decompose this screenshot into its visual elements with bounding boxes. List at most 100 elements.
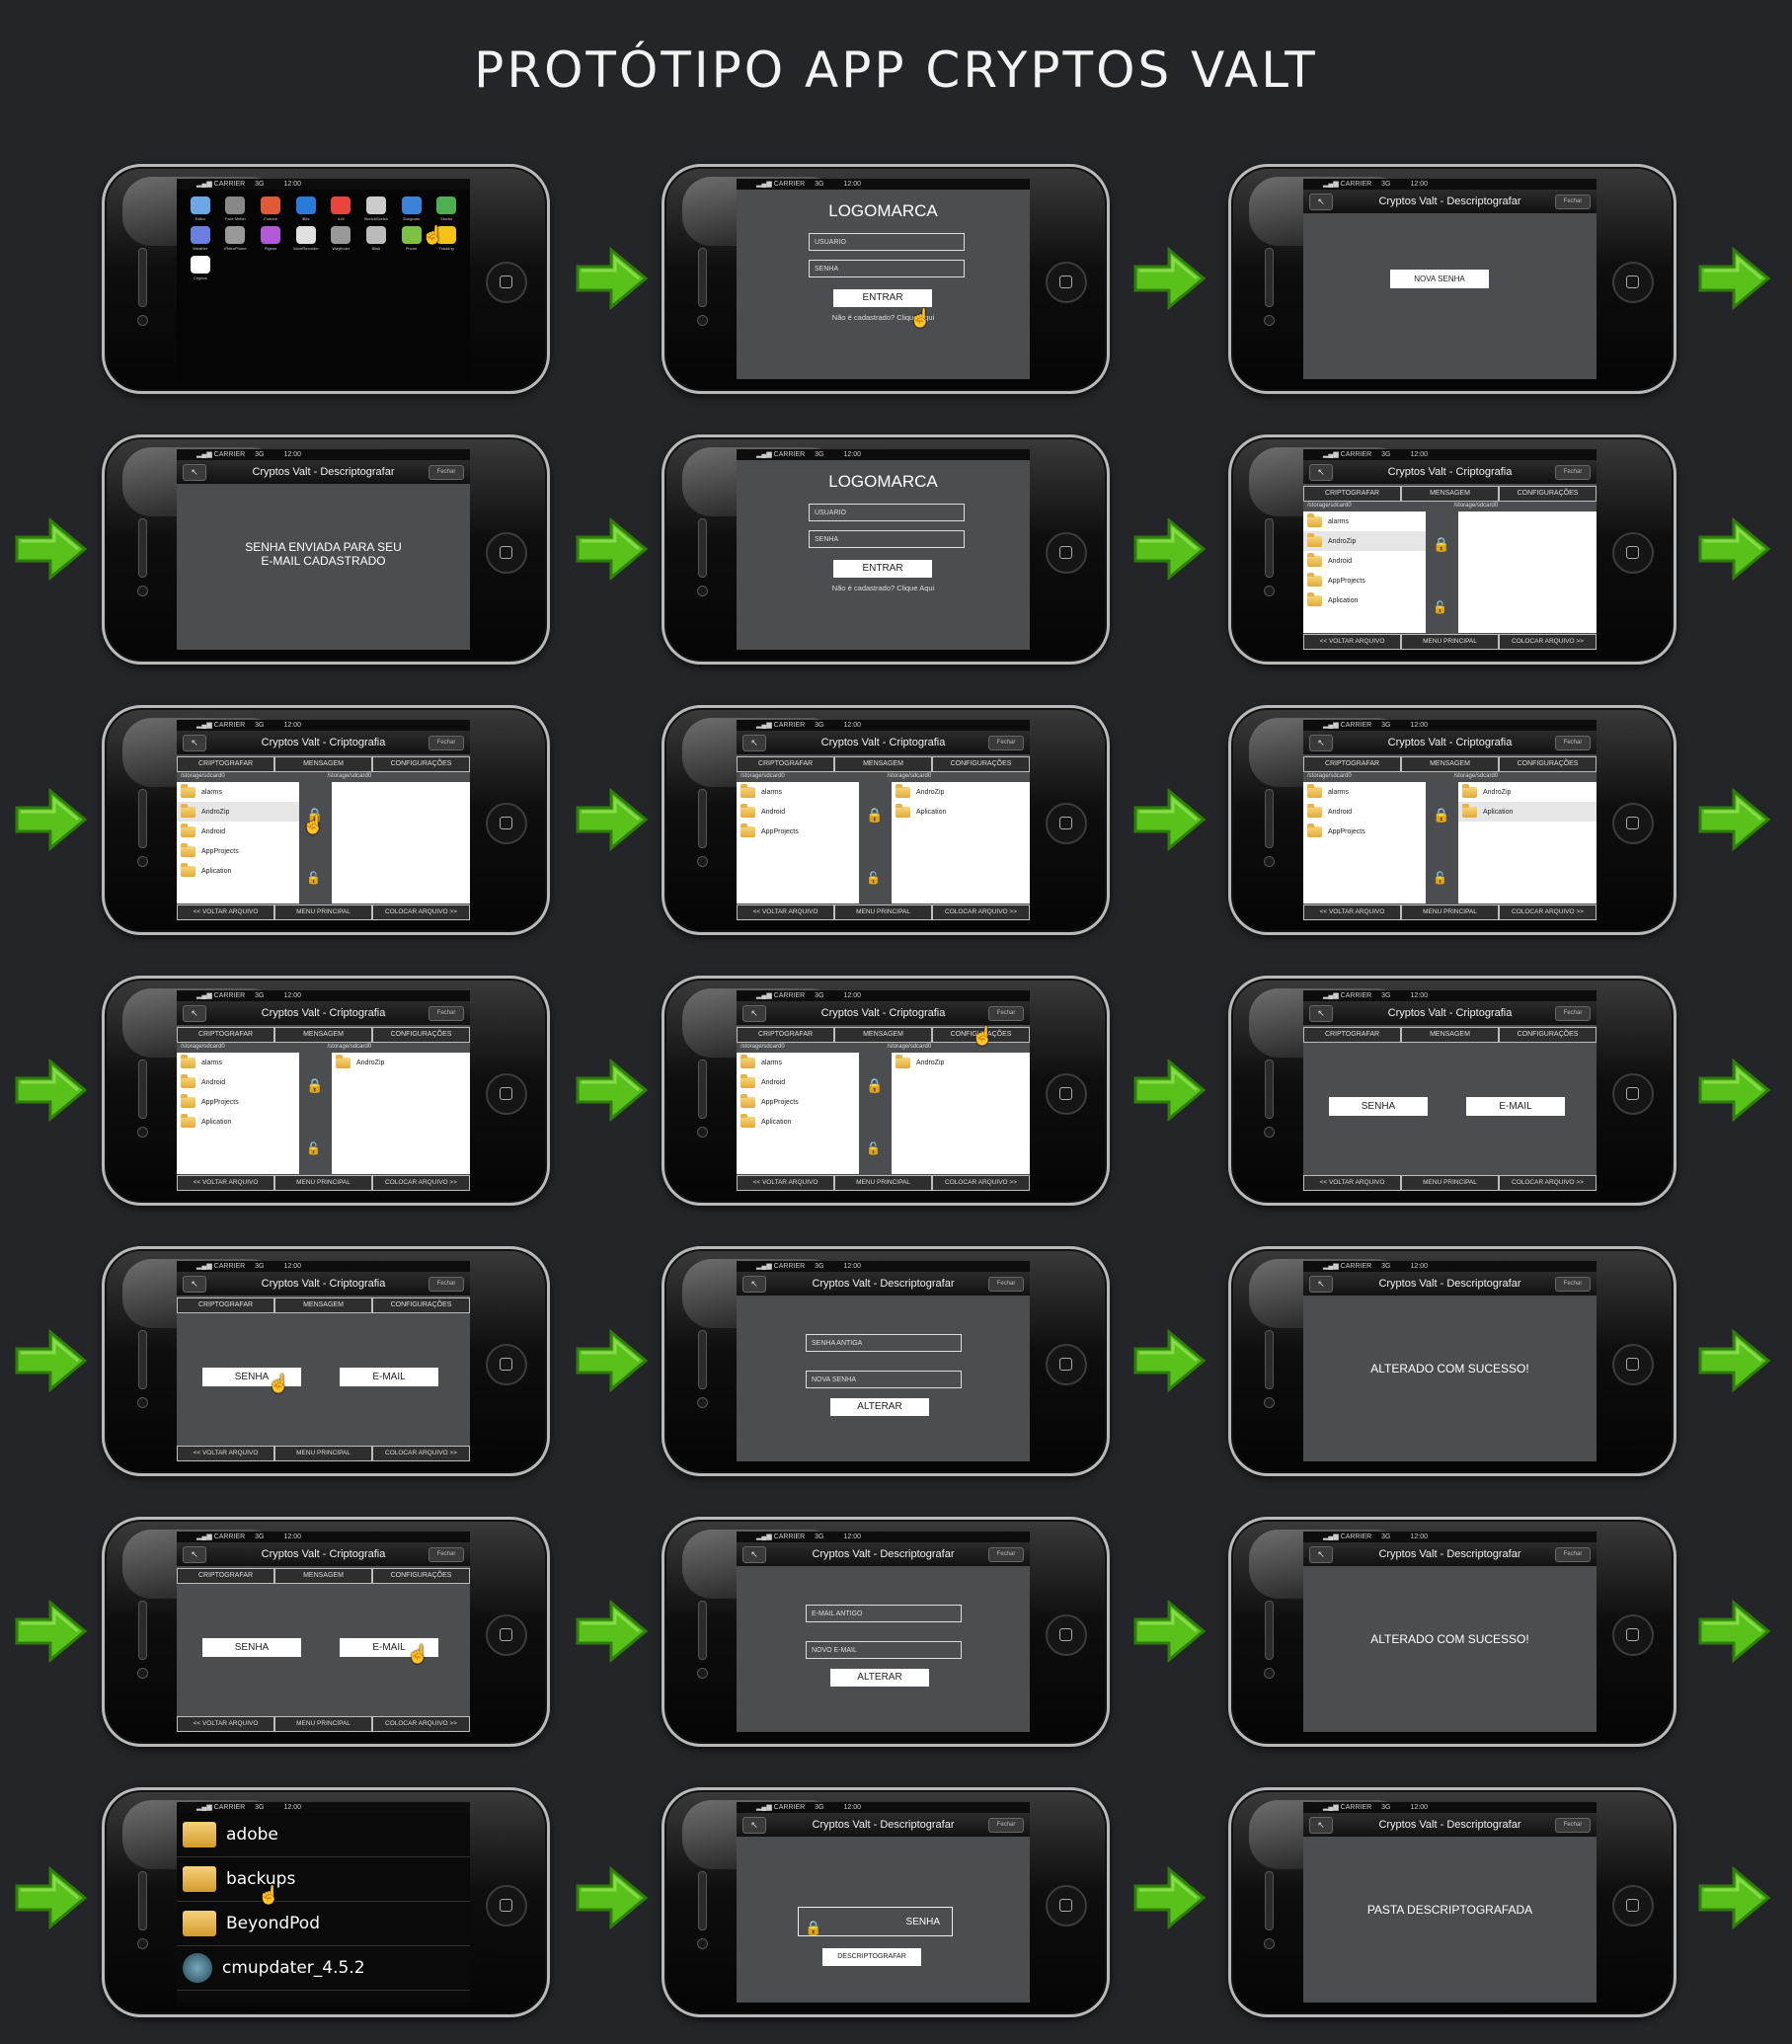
tab-encrypt[interactable]: CRIPTOGRAFAR [737, 756, 834, 772]
home-button[interactable] [1046, 1073, 1087, 1115]
password-field[interactable]: 🔒 SENHA [798, 1907, 953, 1936]
back-file-button[interactable]: << VOLTAR ARQUIVO [1303, 1175, 1401, 1191]
tab-encrypt[interactable]: CRIPTOGRAFAR [177, 1027, 274, 1043]
app-icon[interactable]: Songman [396, 196, 428, 221]
close-button[interactable]: Fechar [429, 1006, 464, 1021]
close-button[interactable]: Fechar [988, 1006, 1024, 1021]
password-field[interactable]: SENHA [809, 530, 965, 548]
back-button[interactable]: ↖ [183, 735, 206, 751]
new-value-field[interactable]: NOVO E-MAIL [806, 1641, 962, 1659]
close-button[interactable]: Fechar [988, 1277, 1024, 1292]
file-item[interactable]: alarms [1303, 782, 1426, 802]
close-button[interactable]: Fechar [1555, 1277, 1591, 1292]
back-button[interactable]: ↖ [1309, 194, 1333, 210]
register-link[interactable]: Não é cadastrado? Clique Aqui [737, 584, 1030, 592]
close-button[interactable]: Fechar [1555, 1006, 1591, 1021]
home-button[interactable] [486, 1344, 527, 1385]
file-item[interactable]: AppProjects [1303, 571, 1426, 590]
username-field[interactable]: USUARIO [809, 504, 965, 521]
new-value-field[interactable]: NOVA SENHA [806, 1371, 962, 1388]
lock-open-icon[interactable]: 🔓 [1433, 871, 1447, 885]
file-item[interactable]: Android [737, 1072, 859, 1092]
home-button[interactable] [486, 1073, 527, 1115]
home-button[interactable] [1612, 1614, 1654, 1656]
back-button[interactable]: ↖ [742, 1005, 766, 1022]
file-item[interactable]: AppProjects [177, 1092, 299, 1112]
tab-message[interactable]: MENSAGEM [834, 756, 932, 772]
file-item[interactable]: Android [1303, 802, 1426, 822]
home-button[interactable] [1612, 1073, 1654, 1115]
home-button[interactable] [1612, 1344, 1654, 1385]
home-button[interactable] [1046, 1885, 1087, 1926]
close-button[interactable]: Fechar [988, 736, 1024, 750]
tab-message[interactable]: MENSAGEM [1401, 756, 1499, 772]
back-button[interactable]: ↖ [742, 735, 766, 751]
app-icon[interactable]: Wayfinder [326, 225, 357, 251]
lock-closed-icon[interactable]: 🔒 [866, 807, 883, 824]
tab-encrypt[interactable]: CRIPTOGRAFAR [177, 756, 274, 772]
lock-open-icon[interactable]: 🔓 [306, 871, 321, 885]
back-file-button[interactable]: << VOLTAR ARQUIVO [177, 1175, 274, 1191]
file-item[interactable]: adobe [177, 1813, 470, 1857]
app-icon[interactable]: Editor [185, 196, 216, 221]
app-icon[interactable]: iBits [290, 196, 322, 221]
lock-open-icon[interactable]: 🔓 [866, 1141, 881, 1155]
app-icon[interactable]: Pigeon [255, 225, 286, 251]
file-item[interactable]: AndroZip [1458, 782, 1597, 802]
app-icon[interactable]: SketchSketch [360, 196, 392, 221]
back-button[interactable]: ↖ [1309, 1005, 1333, 1022]
file-item[interactable]: AppProjects [177, 841, 299, 861]
file-item[interactable]: AndroZip [1303, 531, 1426, 551]
back-button[interactable]: ↖ [742, 1817, 766, 1834]
file-item[interactable]: alarms [177, 782, 299, 802]
app-icon[interactable]: Fortune [255, 196, 286, 221]
file-item[interactable]: Android [177, 822, 299, 841]
back-file-button[interactable]: << VOLTAR ARQUIVO [177, 1716, 274, 1732]
home-button[interactable] [486, 1885, 527, 1926]
home-button[interactable] [1612, 1885, 1654, 1926]
file-item[interactable]: AndroZip [892, 782, 1030, 802]
main-menu-button[interactable]: MENU PRINCIPAL [274, 1446, 372, 1461]
put-file-button[interactable]: COLOCAR ARQUIVO >> [372, 1716, 470, 1732]
main-menu-button[interactable]: MENU PRINCIPAL [1401, 904, 1499, 920]
main-menu-button[interactable]: MENU PRINCIPAL [274, 904, 372, 920]
app-icon[interactable]: VoiceRecorder [290, 225, 322, 251]
new-password-button[interactable]: NOVA SENHA [1390, 270, 1489, 288]
back-button[interactable]: ↖ [1309, 735, 1333, 751]
put-file-button[interactable]: COLOCAR ARQUIVO >> [372, 904, 470, 920]
back-file-button[interactable]: << VOLTAR ARQUIVO [737, 904, 834, 920]
back-button[interactable]: ↖ [183, 1546, 206, 1563]
password-option-button[interactable]: SENHA [202, 1638, 301, 1657]
alter-button[interactable]: ALTERAR [830, 1669, 929, 1687]
back-button[interactable]: ↖ [1309, 1546, 1333, 1563]
home-button[interactable] [1612, 803, 1654, 844]
lock-open-icon[interactable]: 🔓 [306, 1141, 321, 1155]
close-button[interactable]: Fechar [1555, 1547, 1591, 1562]
tab-settings[interactable]: CONFIGURAÇÕES [1499, 486, 1597, 502]
app-icon[interactable]: Stocks [430, 196, 462, 221]
back-button[interactable]: ↖ [183, 1276, 206, 1293]
back-button[interactable]: ↖ [742, 1546, 766, 1563]
close-button[interactable]: Fechar [1555, 736, 1591, 750]
main-menu-button[interactable]: MENU PRINCIPAL [274, 1716, 372, 1732]
password-option-button[interactable]: SENHA [1329, 1097, 1428, 1116]
back-button[interactable]: ↖ [183, 464, 206, 481]
back-file-button[interactable]: << VOLTAR ARQUIVO [737, 1175, 834, 1191]
file-item[interactable]: Android [1303, 551, 1426, 571]
file-item[interactable]: alarms [1303, 511, 1426, 531]
app-icon[interactable]: iRetroPhone [220, 225, 252, 251]
main-menu-button[interactable]: MENU PRINCIPAL [274, 1175, 372, 1191]
file-item[interactable]: cmupdater_4.5.2 [177, 1946, 470, 1991]
email-option-button[interactable]: E-MAIL [340, 1368, 438, 1386]
home-button[interactable] [1046, 262, 1087, 303]
file-item[interactable]: backups [177, 1857, 470, 1902]
file-item[interactable]: Aplication [177, 1112, 299, 1132]
enter-button[interactable]: ENTRAR [833, 560, 932, 578]
file-item[interactable]: AppProjects [1303, 822, 1426, 841]
file-item[interactable]: Aplication [1458, 802, 1597, 822]
main-menu-button[interactable]: MENU PRINCIPAL [834, 1175, 932, 1191]
file-item[interactable]: Aplication [1303, 590, 1426, 610]
file-item[interactable]: AppProjects [737, 1092, 859, 1112]
tab-encrypt[interactable]: CRIPTOGRAFAR [177, 1568, 274, 1584]
close-button[interactable]: Fechar [429, 1277, 464, 1292]
